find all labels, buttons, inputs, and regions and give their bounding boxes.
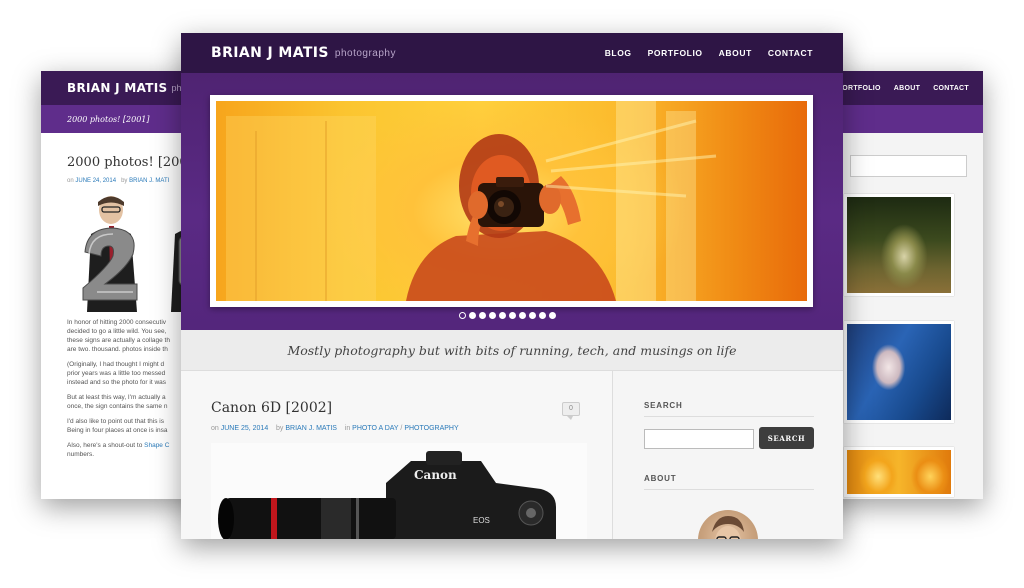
hero-slider [181, 73, 843, 330]
meta-by-label: by [276, 425, 284, 432]
search-input[interactable] [644, 429, 754, 449]
comment-count-badge[interactable]: 0 [562, 402, 580, 420]
forest-path-thumbnail[interactable] [844, 194, 954, 296]
flowers-thumbnail[interactable] [844, 447, 954, 497]
shoutout-link[interactable]: Shape C [144, 442, 169, 449]
divider [644, 416, 814, 417]
slider-dot[interactable] [529, 312, 536, 319]
sidebar: SEARCH SEARCH ABOUT [612, 371, 843, 539]
nav-blog[interactable]: BLOG [605, 48, 632, 58]
slider-dot[interactable] [519, 312, 526, 319]
meta-in-label: in [344, 425, 351, 432]
mirror-selfie-image [226, 101, 717, 301]
post-author-link[interactable]: BRIAN J. MATI [129, 178, 169, 184]
post-area: Canon 6D [2002] 0 on JUNE 25, 2014 by BR… [181, 371, 612, 539]
camera-brand-label: Canon [414, 468, 457, 482]
nav-portfolio[interactable]: PORTFOLIO [837, 85, 881, 92]
nav-portfolio[interactable]: PORTFOLIO [648, 48, 703, 58]
slider-dot[interactable] [549, 312, 556, 319]
post-author-link[interactable]: BRIAN J. MATIS [285, 425, 337, 432]
main-nav: BLOG PORTFOLIO ABOUT CONTACT [605, 33, 813, 73]
wedding-dance-thumbnail[interactable] [844, 321, 954, 423]
nav-about[interactable]: ABOUT [719, 48, 752, 58]
shoutout-text: Also, here's a shout-out to [67, 442, 143, 449]
divider [644, 489, 814, 490]
search-heading: SEARCH [644, 401, 683, 410]
slider-dot[interactable] [509, 312, 516, 319]
avatar [698, 510, 758, 539]
site-logo-subtitle: photography [334, 47, 396, 59]
nav-about[interactable]: ABOUT [894, 85, 920, 92]
canon-camera-image: Canon EOS [211, 443, 587, 539]
post-meta: on JUNE 25, 2014 by BRIAN J. MATIS in PH… [211, 425, 459, 432]
slide-frame [210, 95, 813, 307]
slider-dot[interactable] [539, 312, 546, 319]
slide-image[interactable] [216, 101, 807, 301]
nav-contact[interactable]: CONTACT [933, 85, 969, 92]
site-header: BRIAN J MATIS photography BLOG PORTFOLIO… [181, 33, 843, 73]
site-logo[interactable]: BRIAN J MATIS [67, 81, 168, 95]
search-input[interactable] [850, 155, 967, 177]
category-link[interactable]: PHOTOGRAPHY [404, 425, 458, 432]
meta-on-label: on [67, 178, 74, 184]
meta-by-label: by [121, 178, 128, 184]
slider-dots [459, 312, 556, 319]
nav-contact[interactable]: CONTACT [768, 48, 813, 58]
search-button[interactable]: SEARCH [759, 427, 814, 449]
about-heading: ABOUT [644, 474, 677, 483]
category-separator: / [400, 425, 403, 432]
author-portrait [712, 516, 744, 539]
post-date-link[interactable]: JUNE 24, 2014 [75, 178, 116, 184]
category-link[interactable]: PHOTO A DAY [352, 425, 398, 432]
post-date-link[interactable]: JUNE 25, 2014 [221, 425, 268, 432]
site-tagline: Mostly photography but with bits of runn… [181, 330, 843, 371]
slider-dot[interactable] [499, 312, 506, 319]
post-title[interactable]: Canon 6D [2002] [211, 400, 332, 416]
post-featured-image[interactable]: Canon EOS [211, 443, 587, 539]
front-screenshot: BRIAN J MATIS photography BLOG PORTFOLIO… [181, 33, 843, 539]
slider-dot[interactable] [469, 312, 476, 319]
slider-dot[interactable] [479, 312, 486, 319]
slider-dot[interactable] [459, 312, 466, 319]
slider-dot[interactable] [489, 312, 496, 319]
meta-on-label: on [211, 425, 219, 432]
site-logo[interactable]: BRIAN J MATIS [211, 45, 329, 61]
camera-model-label: EOS [473, 516, 490, 525]
